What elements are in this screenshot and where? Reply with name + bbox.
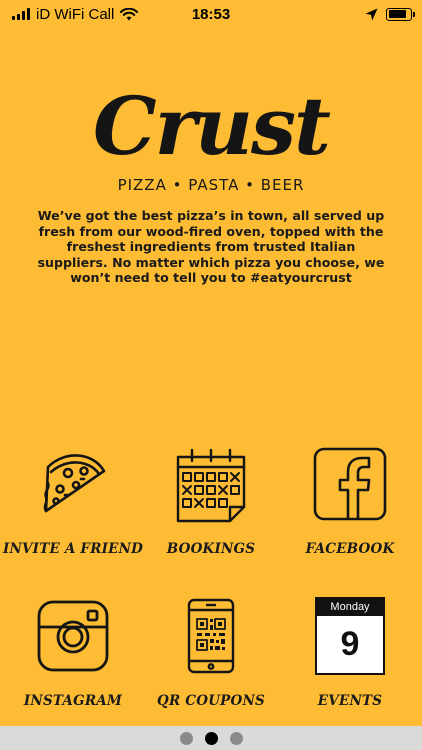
qr-phone-icon	[172, 597, 250, 675]
tile-bookings[interactable]: BOOKINGS	[141, 445, 281, 557]
signal-icon	[12, 8, 30, 20]
battery-icon	[386, 7, 415, 21]
tagline: PIZZA • PASTA • BEER	[117, 176, 305, 194]
tile-facebook[interactable]: FACEBOOK	[280, 445, 420, 557]
tile-label: FACEBOOK	[305, 541, 395, 557]
page-indicator	[0, 726, 422, 750]
facebook-icon	[311, 445, 389, 523]
event-weekday: Monday	[317, 599, 383, 616]
status-bar: iD WiFi Call 18:53	[0, 0, 422, 28]
page-dot-3[interactable]	[229, 731, 243, 745]
event-day: 9	[340, 625, 360, 663]
tile-label: INSTAGRAM	[23, 693, 123, 709]
status-right	[365, 7, 415, 21]
instagram-icon	[34, 597, 112, 675]
carrier-label: iD WiFi Call	[36, 5, 115, 23]
brand-header: Crust PIZZA • PASTA • BEER	[0, 80, 422, 194]
status-left: iD WiFi Call	[12, 5, 139, 23]
page-dot-1[interactable]	[179, 731, 193, 745]
tile-invite-a-friend[interactable]: INVITE A FRIEND	[3, 445, 143, 557]
tile-label: QR COUPONS	[157, 693, 265, 709]
tile-qr-coupons[interactable]: QR COUPONS	[141, 597, 281, 709]
battery-level	[388, 10, 407, 18]
tile-events[interactable]: Monday 9 EVENTS	[280, 597, 420, 709]
tile-label: BOOKINGS	[166, 541, 256, 557]
event-calendar-icon: Monday 9	[311, 597, 389, 675]
page-dot-2[interactable]	[204, 731, 218, 745]
tile-label: EVENTS	[317, 693, 383, 709]
tile-instagram[interactable]: INSTAGRAM	[3, 597, 143, 709]
wifi-icon	[120, 7, 139, 20]
event-calendar: Monday 9	[315, 597, 385, 675]
tile-label: INVITE A FRIEND	[2, 541, 144, 557]
calendar-icon	[172, 445, 250, 523]
pizza-slice-icon	[34, 445, 112, 523]
crust-logo: Crust	[93, 79, 331, 173]
location-arrow-icon	[365, 8, 378, 20]
intro-text: We’ve got the best pizza’s in town, all …	[37, 208, 385, 285]
